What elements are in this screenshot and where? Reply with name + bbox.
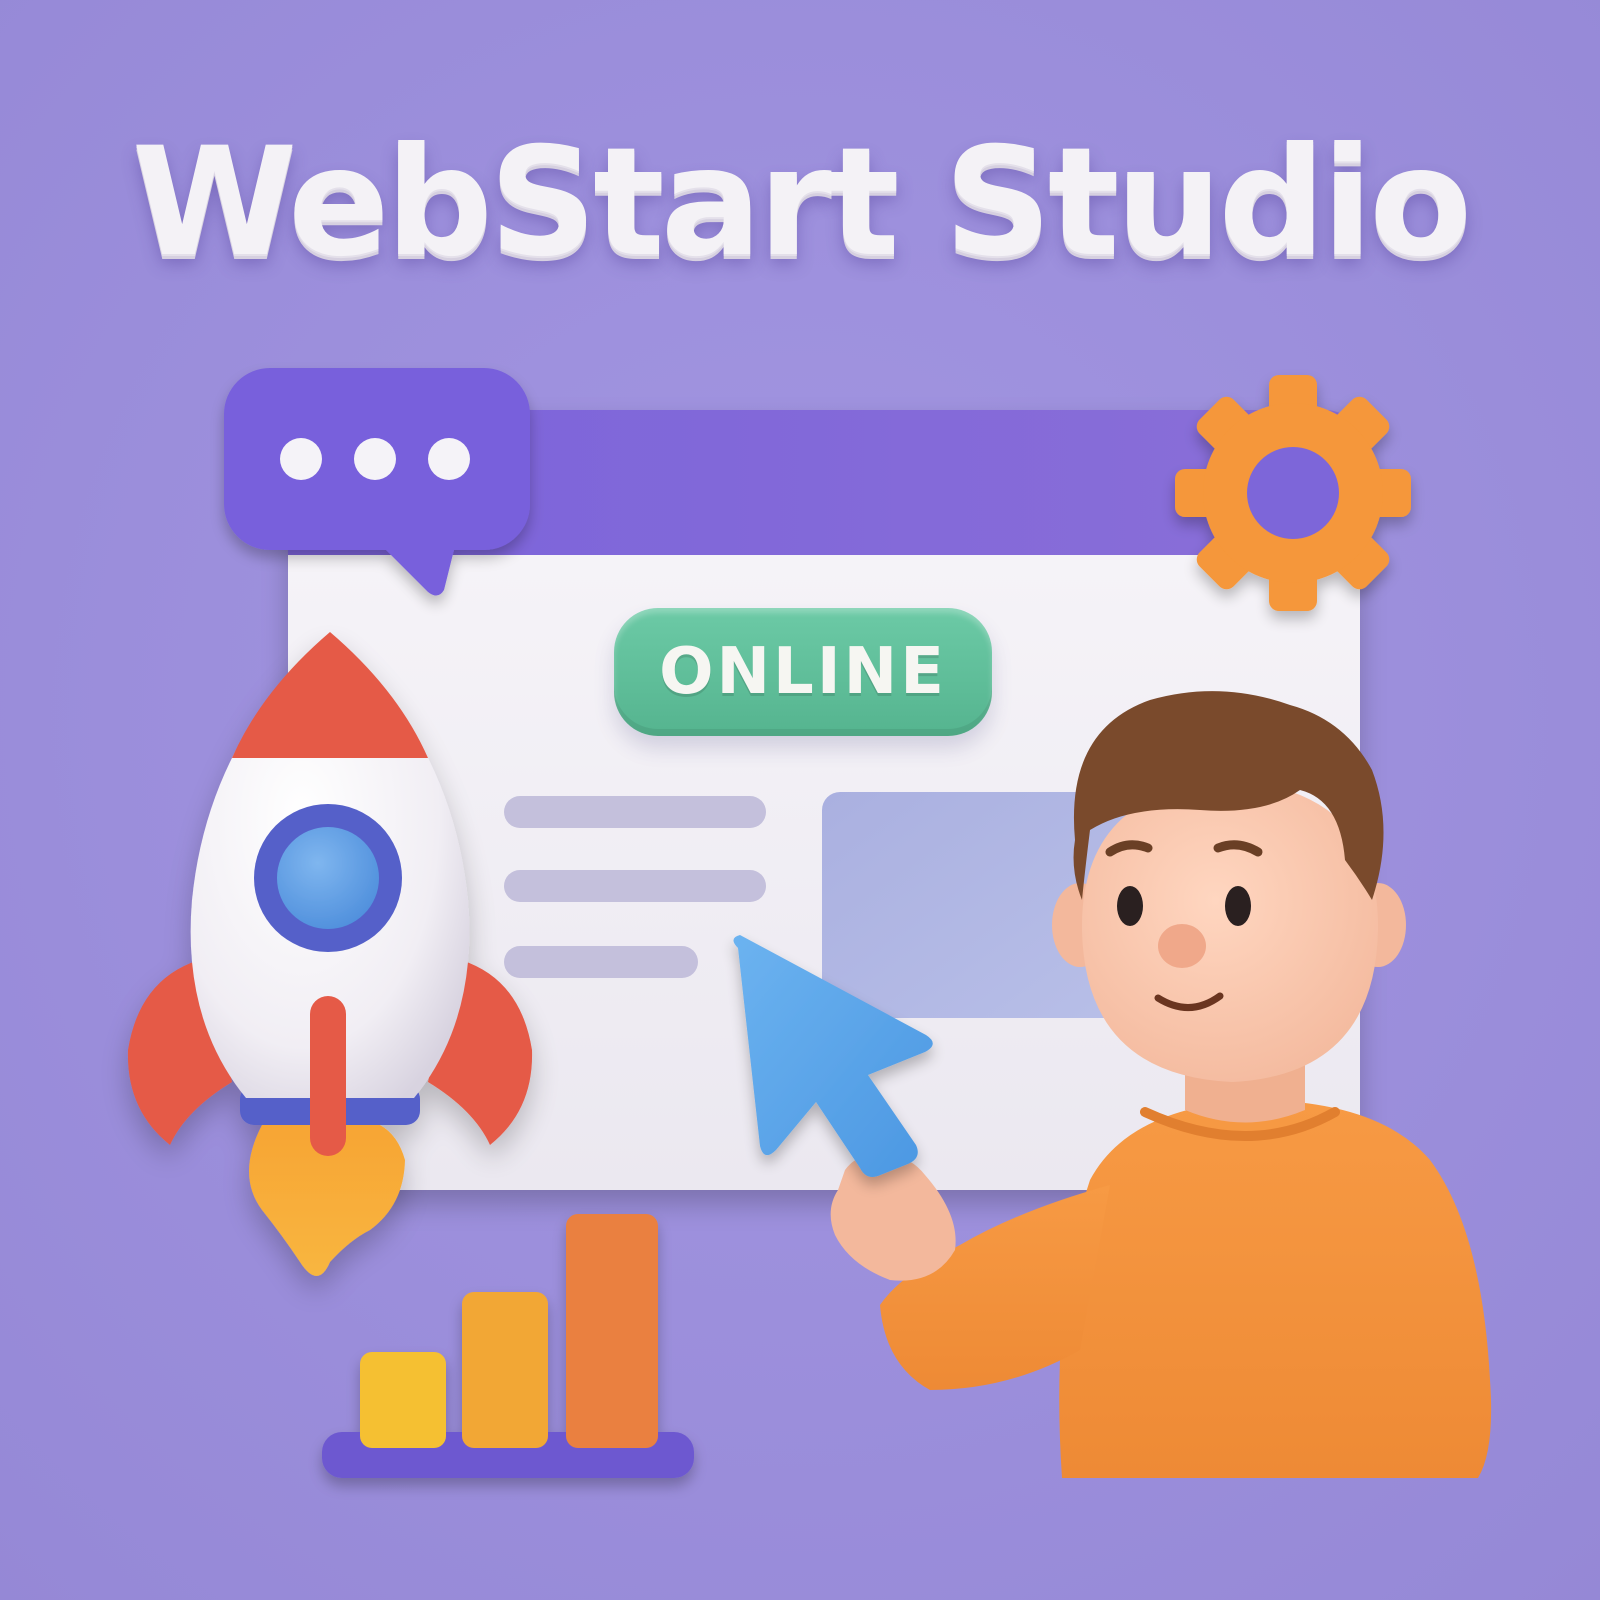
person-eye-left xyxy=(1117,886,1143,926)
rocket-stripe xyxy=(310,996,346,1156)
status-badge-label: ONLINE xyxy=(659,635,947,709)
scene: WebStart Studio ONLINE xyxy=(0,0,1600,1600)
bar-medium xyxy=(462,1292,548,1448)
bar-small xyxy=(360,1352,446,1448)
person-nose xyxy=(1158,924,1206,968)
rocket-window xyxy=(277,827,379,929)
person-head xyxy=(1081,780,1379,1082)
illustration xyxy=(127,368,1492,1478)
person-eye-right xyxy=(1225,886,1251,926)
bar-chart-icon xyxy=(322,1214,694,1478)
chat-dot xyxy=(280,438,322,480)
text-line xyxy=(504,796,766,828)
person-sweater xyxy=(1059,1100,1492,1478)
bar-large xyxy=(566,1214,658,1448)
text-line xyxy=(504,946,698,978)
text-line xyxy=(504,870,766,902)
status-badge: ONLINE xyxy=(614,608,992,736)
gear-icon xyxy=(1175,375,1411,611)
chat-dot xyxy=(354,438,396,480)
chat-dot xyxy=(428,438,470,480)
